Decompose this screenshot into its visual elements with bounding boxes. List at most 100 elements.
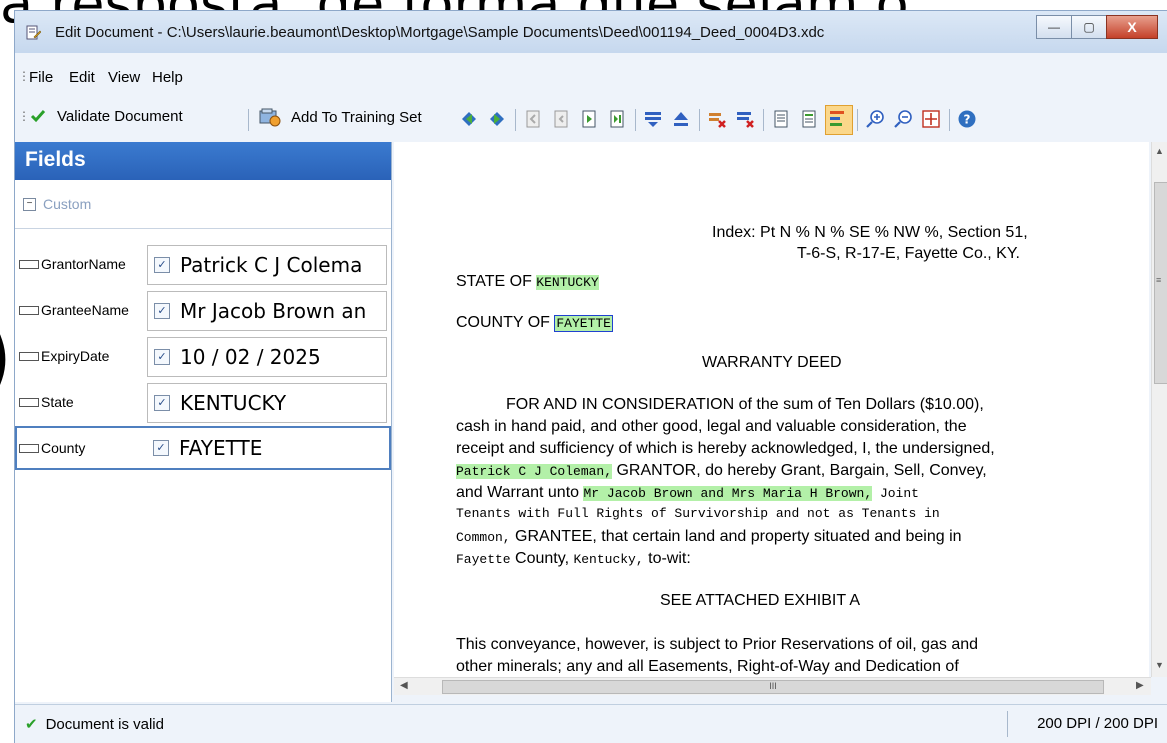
minimize-button[interactable]: — [1036, 15, 1072, 39]
field-name: ExpiryDate [41, 348, 110, 364]
grantee-highlight[interactable]: Mr Jacob Brown and Mrs Maria H Brown, [583, 486, 873, 501]
toolbar-separator [635, 109, 636, 131]
field-value[interactable]: Patrick C J Colema [180, 253, 380, 277]
close-button[interactable]: X [1106, 15, 1158, 39]
last-page-icon[interactable] [607, 109, 627, 129]
state-prefix: STATE OF [456, 273, 537, 290]
field-name: State [41, 394, 74, 410]
field-value[interactable]: Mr Jacob Brown an [180, 299, 380, 323]
field-value-box[interactable]: ✓ 10 / 02 / 2025 [147, 337, 387, 377]
validate-document-label: Validate Document [57, 107, 183, 125]
svg-text:?: ? [964, 113, 971, 127]
validate-document-button[interactable]: Validate Document [29, 107, 183, 125]
highlight-fields-icon [830, 111, 844, 126]
window-title: Edit Document - C:\Users\laurie.beaumont… [55, 24, 825, 41]
paragraph-line: FOR AND IN CONSIDERATION of the sum of T… [506, 396, 984, 413]
checkmark-icon [30, 110, 46, 123]
grantor-highlight[interactable]: Patrick C J Coleman, [456, 464, 613, 479]
field-value-box[interactable]: ✓ KENTUCKY [147, 383, 387, 423]
field-checkbox[interactable]: ✓ [154, 303, 170, 319]
horizontal-scroll-thumb[interactable]: III [442, 680, 1104, 694]
field-row-grantor-name[interactable]: GrantorName ✓ Patrick C J Colema [15, 242, 391, 286]
field-type-icon [19, 351, 39, 361]
title-bar[interactable]: Edit Document - C:\Users\laurie.beaumont… [15, 11, 1167, 53]
scroll-right-arrow-icon[interactable]: ▶ [1136, 680, 1144, 691]
county-prefix: COUNTY OF [456, 314, 555, 331]
county-highlight[interactable]: FAYETTE [554, 315, 613, 332]
highlight-fields-toggle[interactable] [825, 105, 853, 135]
next-page-icon[interactable] [579, 109, 599, 129]
paragraph-line: receipt and sufficiency of which is here… [456, 440, 995, 457]
horizontal-scrollbar[interactable]: ◀ III ▶ [394, 677, 1151, 695]
grantor-rest: GRANTOR, do hereby Grant, Bargain, Sell,… [612, 462, 987, 479]
field-checkbox[interactable]: ✓ [154, 395, 170, 411]
prev-page-icon[interactable] [551, 109, 571, 129]
zoom-in-icon[interactable] [865, 109, 885, 129]
county-line: COUNTY OF FAYETTE [456, 314, 613, 332]
menu-view[interactable]: View [108, 69, 140, 86]
field-row-county[interactable]: County ✓ FAYETTE [15, 426, 391, 470]
vertical-scrollbar[interactable]: ▲ ≡ ▼ [1151, 142, 1167, 677]
county-word: County, [510, 550, 574, 567]
scroll-up-arrow-icon[interactable]: ▲ [1155, 146, 1164, 156]
vertical-scroll-thumb[interactable]: ≡ [1154, 182, 1167, 384]
field-row-state[interactable]: State ✓ KENTUCKY [15, 380, 391, 424]
menu-help[interactable]: Help [152, 69, 183, 86]
field-value[interactable]: KENTUCKY [180, 391, 380, 415]
menu-bar: ⋮ File Edit View Help [15, 63, 1167, 91]
grantee-prefix: and Warrant unto [456, 484, 584, 501]
maximize-button[interactable]: ▢ [1071, 15, 1107, 39]
text-view-icon[interactable] [799, 109, 819, 129]
toolbar-separator [857, 109, 858, 131]
field-checkbox[interactable]: ✓ [154, 349, 170, 365]
field-name: County [41, 440, 86, 456]
add-training-set-icon [259, 108, 281, 127]
menu-edit[interactable]: Edit [69, 69, 95, 86]
menu-file[interactable]: File [29, 69, 53, 86]
first-page-icon[interactable] [523, 109, 543, 129]
scroll-grip-icon: ≡ [1156, 275, 1162, 285]
field-name: GranteeName [41, 302, 129, 318]
scroll-down-arrow-icon[interactable]: ▼ [1155, 660, 1164, 670]
collapse-toggle-icon[interactable]: − [23, 198, 36, 211]
add-to-training-set-button[interactable]: Add To Training Set [259, 107, 422, 127]
to-wit-text: to-wit: [643, 550, 691, 567]
delete-all-fields-icon[interactable] [735, 109, 755, 129]
custom-group-row[interactable]: − Custom [15, 180, 391, 229]
move-down-icon[interactable] [643, 109, 663, 129]
field-value-box[interactable]: ✓ Mr Jacob Brown an [147, 291, 387, 331]
toolbar-separator [515, 109, 516, 131]
state-highlight[interactable]: KENTUCKY [536, 275, 599, 290]
toolbar: ⋮ Validate Document Add To Training Set [15, 101, 1167, 137]
field-row-expiry-date[interactable]: ExpiryDate ✓ 10 / 02 / 2025 [15, 334, 391, 378]
zoom-out-icon[interactable] [893, 109, 913, 129]
next-field-icon[interactable] [487, 109, 507, 129]
help-icon[interactable]: ? [957, 109, 977, 129]
field-checkbox[interactable]: ✓ [154, 257, 170, 273]
paragraph-line: Tenants with Full Rights of Survivorship… [456, 506, 940, 521]
toolbar-separator [949, 109, 950, 131]
delete-field-icon[interactable] [707, 109, 727, 129]
county-text: Fayette [456, 552, 511, 567]
status-separator [1007, 711, 1008, 737]
field-value[interactable]: 10 / 02 / 2025 [180, 345, 380, 369]
deed-heading: WARRANTY DEED [702, 354, 842, 371]
field-value[interactable]: FAYETTE [179, 436, 379, 460]
field-type-icon [19, 305, 39, 315]
field-value-box[interactable]: ✓ FAYETTE [147, 429, 385, 467]
document-viewer[interactable]: Index: Pt N % N % SE % NW %, Section 51,… [394, 142, 1149, 677]
field-row-grantee-name[interactable]: GranteeName ✓ Mr Jacob Brown an [15, 288, 391, 332]
background-paren: ) [0, 305, 13, 410]
field-type-icon [19, 443, 39, 453]
eject-icon[interactable] [671, 109, 691, 129]
page-view-icon[interactable] [771, 109, 791, 129]
grantor-line: Patrick C J Coleman, GRANTOR, do hereby … [456, 462, 987, 480]
field-value-box[interactable]: ✓ Patrick C J Colema [147, 245, 387, 285]
fit-page-icon[interactable] [921, 109, 941, 129]
scroll-left-arrow-icon[interactable]: ◀ [400, 680, 408, 691]
status-bar: ✔ Document is valid 200 DPI / 200 DPI [15, 704, 1167, 743]
index-line-2: T-6-S, R-17-E, Fayette Co., KY. [797, 245, 1020, 262]
field-checkbox[interactable]: ✓ [153, 440, 169, 456]
prev-field-icon[interactable] [459, 109, 479, 129]
add-to-training-set-label: Add To Training Set [291, 108, 422, 126]
